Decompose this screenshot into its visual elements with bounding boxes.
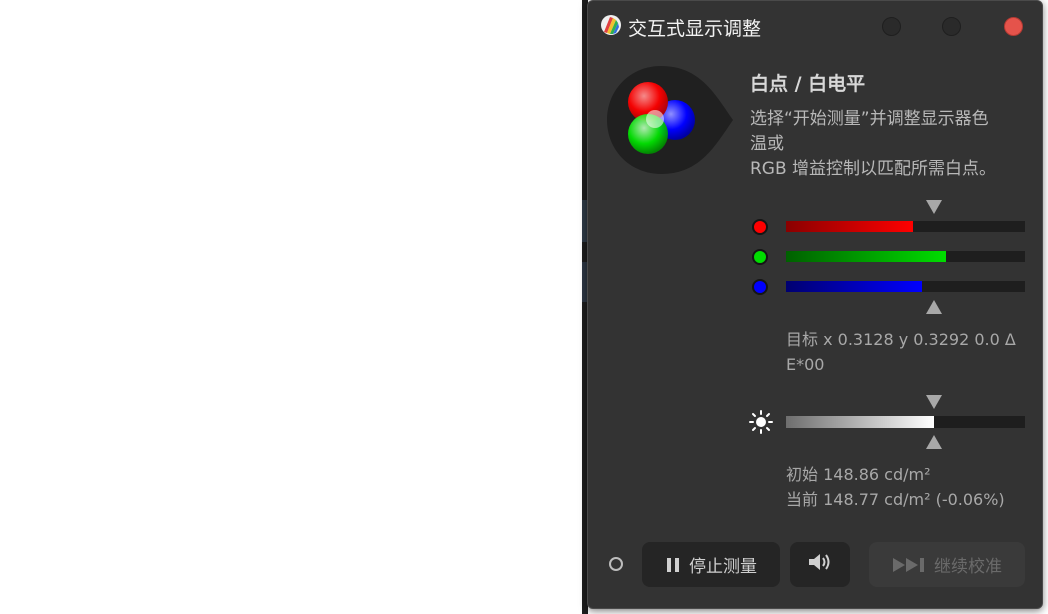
initial-luminance: 初始 148.86 cd/m² xyxy=(786,465,931,484)
target-marker-bottom xyxy=(926,300,943,314)
interactive-display-adjustment-window: 交互式显示调整 白点 / 白电平 选择“开始测量”并调整显示器色 温或 RGB … xyxy=(587,0,1043,609)
luminance-fill xyxy=(786,416,935,428)
stop-measurement-label: 停止测量 xyxy=(689,557,757,577)
luminance-readout: 初始 148.86 cd/m² 当前 148.77 cd/m² (-0.06%) xyxy=(786,462,1005,512)
luminance-marker-top xyxy=(926,395,943,409)
instructions-line: RGB 增益控制以匹配所需白点。 xyxy=(750,159,997,179)
green-gain-bar xyxy=(786,251,1025,262)
section-heading: 白点 / 白电平 xyxy=(750,73,866,95)
blue-gain-fill xyxy=(786,281,923,292)
brightness-icon xyxy=(749,410,773,434)
close-button[interactable] xyxy=(1004,17,1023,36)
minimize-button[interactable] xyxy=(882,17,901,36)
red-gain-bar xyxy=(786,221,1025,232)
luminance-marker-bottom xyxy=(926,435,943,449)
target-readout: 目标 x 0.3128 y 0.3292 0.0 Δ E*00 xyxy=(786,327,1026,377)
window-title: 交互式显示调整 xyxy=(628,18,762,40)
speaker-icon xyxy=(807,551,833,578)
sound-toggle-button[interactable] xyxy=(790,542,850,587)
app-icon xyxy=(601,15,621,35)
pause-icon xyxy=(665,557,681,573)
skip-forward-icon xyxy=(892,557,926,573)
green-gain-fill xyxy=(786,251,947,262)
red-channel-dot xyxy=(752,219,768,235)
measurement-indicator xyxy=(609,557,623,571)
title-bar[interactable]: 交互式显示调整 xyxy=(588,1,1042,51)
instructions-line: 选择“开始测量”并调整显示器色 xyxy=(750,109,989,129)
target-readout-line: E*00 xyxy=(786,355,825,374)
current-luminance: 当前 148.77 cd/m² (-0.06%) xyxy=(786,490,1005,509)
instructions-text: 选择“开始测量”并调整显示器色 温或 RGB 增益控制以匹配所需白点。 xyxy=(750,107,1030,182)
red-gain-fill xyxy=(786,221,913,232)
blue-channel-dot xyxy=(752,279,768,295)
continue-calibration-button[interactable]: 继续校准 xyxy=(869,542,1025,587)
blue-gain-bar xyxy=(786,281,1025,292)
target-marker-top xyxy=(926,200,943,214)
stop-measurement-button[interactable]: 停止测量 xyxy=(642,542,780,587)
luminance-bar xyxy=(786,416,1025,428)
continue-calibration-label: 继续校准 xyxy=(934,557,1002,577)
rgb-circles-logo xyxy=(607,66,733,174)
instructions-line: 温或 xyxy=(750,134,784,154)
maximize-button[interactable] xyxy=(942,17,961,36)
green-channel-dot xyxy=(752,249,768,265)
target-readout-line: 目标 x 0.3128 y 0.3292 0.0 Δ xyxy=(786,330,1016,349)
